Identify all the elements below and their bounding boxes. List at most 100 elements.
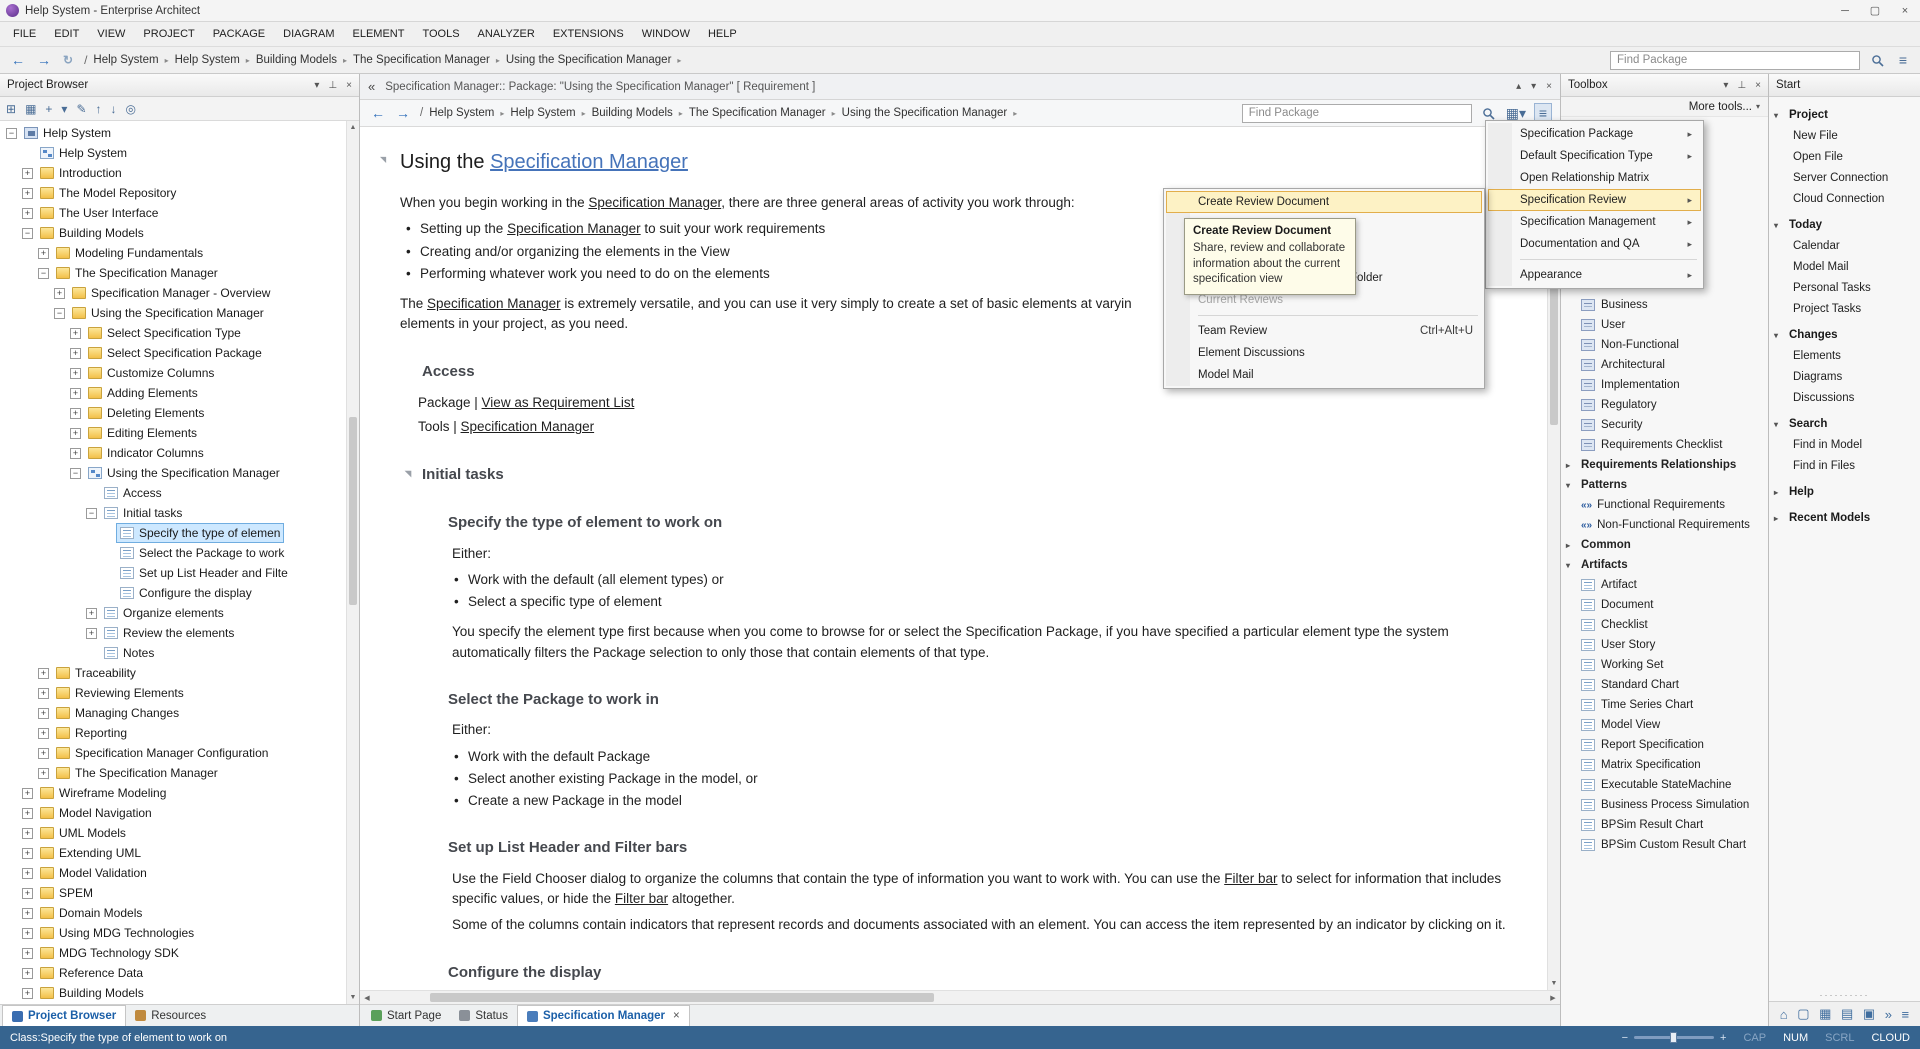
collapse-box-icon[interactable]: − [70, 468, 81, 479]
doc-link[interactable]: Specification Manager [507, 221, 641, 236]
zoom-out-icon[interactable]: − [1622, 1032, 1628, 1044]
refresh-icon[interactable]: ↻ [60, 53, 76, 67]
toolbox-item-non-functional[interactable]: Non-Functional [1561, 335, 1768, 355]
doc-link[interactable]: View as Requirement List [482, 395, 635, 410]
tree-item[interactable]: Notes [2, 643, 344, 663]
toolbox-item-user[interactable]: User [1561, 315, 1768, 335]
pin-icon[interactable]: ⊥ [1737, 80, 1746, 91]
new-package-icon[interactable]: ⊞ [6, 102, 16, 116]
breadcrumb-item[interactable]: Help System [508, 107, 577, 119]
toolbox-item-requirements-checklist[interactable]: Requirements Checklist [1561, 435, 1768, 455]
tree-item[interactable]: Set up List Header and Filte [2, 563, 344, 583]
close-tab-icon[interactable]: × [673, 1010, 680, 1022]
menu-window[interactable]: WINDOW [633, 22, 699, 46]
tree-scrollbar[interactable]: ▲ ▼ [346, 121, 359, 1004]
toolbox-item-standard-chart[interactable]: Standard Chart [1561, 675, 1768, 695]
expand-box-icon[interactable]: + [22, 988, 33, 999]
tree-item[interactable]: +Wireframe Modeling [2, 783, 344, 803]
start-item-find-in-files[interactable]: Find in Files [1769, 455, 1920, 476]
tree-item[interactable]: +Using MDG Technologies [2, 923, 344, 943]
tree-item[interactable]: +Customize Columns [2, 363, 344, 383]
zoom-slider[interactable] [1634, 1036, 1714, 1039]
menu-file[interactable]: FILE [4, 22, 45, 46]
scrollbar-thumb[interactable] [430, 993, 934, 1002]
menu-item-create-review-document[interactable]: Create Review Document [1166, 191, 1482, 213]
expand-box-icon[interactable]: + [22, 828, 33, 839]
menu-view[interactable]: VIEW [88, 22, 134, 46]
close-button[interactable]: × [1890, 0, 1920, 21]
expand-box-icon[interactable]: + [22, 948, 33, 959]
start-item-new-file[interactable]: New File [1769, 125, 1920, 146]
expand-box-icon[interactable]: + [22, 188, 33, 199]
breadcrumb-item[interactable]: Building Models [590, 107, 675, 119]
tree-item[interactable]: −Using the Specification Manager [2, 303, 344, 323]
collapse-box-icon[interactable]: − [38, 268, 49, 279]
tree-item[interactable]: +Traceability [2, 663, 344, 683]
start-item-server-connection[interactable]: Server Connection [1769, 167, 1920, 188]
document-horizontal-scrollbar[interactable]: ◀ ▶ [360, 990, 1560, 1004]
tree-item[interactable]: +Indicator Columns [2, 443, 344, 463]
expand-box-icon[interactable]: + [86, 628, 97, 639]
menu-item-team-review[interactable]: Team ReviewCtrl+Alt+U [1166, 320, 1482, 342]
more-tools-button[interactable]: More tools... ▾ [1561, 97, 1768, 117]
menu-item-open-relationship-matrix[interactable]: Open Relationship Matrix [1488, 167, 1701, 189]
maximize-button[interactable]: ▢ [1860, 0, 1890, 21]
expand-box-icon[interactable]: + [38, 768, 49, 779]
tree-item[interactable]: +Extending UML [2, 843, 344, 863]
back-icon[interactable]: ← [8, 52, 28, 68]
collapse-section-icon[interactable]: ◥ [380, 154, 386, 166]
tree-item[interactable]: +Modeling Fundamentals [2, 243, 344, 263]
report-icon[interactable]: ▤ [1841, 1006, 1853, 1022]
menu-element[interactable]: ELEMENT [343, 22, 413, 46]
tree-item[interactable]: +The User Interface [2, 203, 344, 223]
collapse-box-icon[interactable]: − [22, 228, 33, 239]
close-icon[interactable]: × [1546, 81, 1552, 92]
breadcrumb-item[interactable]: Using the Specification Manager [504, 54, 674, 66]
tab-project-browser[interactable]: Project Browser [2, 1005, 126, 1026]
toolbox-group-requirements-relationships[interactable]: ▸Requirements Relationships [1561, 455, 1768, 475]
expand-box-icon[interactable]: + [70, 428, 81, 439]
tree-item[interactable]: +The Specification Manager [2, 763, 344, 783]
breadcrumb-item[interactable]: Building Models [254, 54, 339, 66]
tree-item[interactable]: +Domain Models [2, 903, 344, 923]
expand-box-icon[interactable]: + [38, 668, 49, 679]
tree-item[interactable]: +Managing Changes [2, 703, 344, 723]
scroll-right-icon[interactable]: ▶ [1546, 991, 1560, 1005]
tree-item[interactable]: +MDG Technology SDK [2, 943, 344, 963]
menu-item-specification-package[interactable]: Specification Package▸ [1488, 123, 1701, 145]
toolbox-item-document[interactable]: Document [1561, 595, 1768, 615]
expand-box-icon[interactable]: + [22, 968, 33, 979]
collapse-panel-icon[interactable]: « [368, 79, 375, 94]
chevron-down-icon[interactable]: ▾ [1723, 80, 1728, 91]
grid-icon[interactable]: ▦ [1819, 1006, 1831, 1022]
screen-icon[interactable]: ▢ [1797, 1006, 1809, 1022]
doc-link[interactable]: Specification Manager [588, 195, 721, 210]
expand-box-icon[interactable]: + [70, 328, 81, 339]
scroll-up-icon[interactable]: ▲ [347, 121, 359, 134]
new-diagram-icon[interactable]: ▦ [25, 102, 36, 116]
hamburger-menu-icon[interactable]: ≡ [1894, 50, 1912, 70]
tree-item[interactable]: Specify the type of elemen [2, 523, 344, 543]
start-section-today[interactable]: ▾Today [1769, 215, 1920, 235]
forward-icon[interactable]: → [34, 52, 54, 68]
breadcrumb-item[interactable]: Help System [427, 107, 496, 119]
menu-package[interactable]: PACKAGE [204, 22, 274, 46]
breadcrumb-item[interactable]: Using the Specification Manager [840, 107, 1010, 119]
toolbox-item-regulatory[interactable]: Regulatory [1561, 395, 1768, 415]
chevron-up-icon[interactable]: ▴ [1516, 81, 1521, 92]
move-down-icon[interactable]: ↓ [111, 102, 117, 116]
toolbox-item-business-process-simulation[interactable]: Business Process Simulation [1561, 795, 1768, 815]
breadcrumb-item[interactable]: The Specification Manager [687, 107, 828, 119]
dropdown-icon[interactable]: ▾ [61, 102, 67, 116]
collapse-box-icon[interactable]: − [6, 128, 17, 139]
tree-item[interactable]: +Deleting Elements [2, 403, 344, 423]
toolbox-item-model-view[interactable]: Model View [1561, 715, 1768, 735]
expand-box-icon[interactable]: + [38, 708, 49, 719]
tab-start-page[interactable]: Start Page [362, 1005, 450, 1026]
start-section-project[interactable]: ▾Project [1769, 105, 1920, 125]
expand-box-icon[interactable]: + [22, 168, 33, 179]
expand-box-icon[interactable]: + [22, 888, 33, 899]
tree-item[interactable]: +Building Models [2, 983, 344, 1003]
tree-item[interactable]: Select the Package to work [2, 543, 344, 563]
expand-box-icon[interactable]: + [38, 748, 49, 759]
